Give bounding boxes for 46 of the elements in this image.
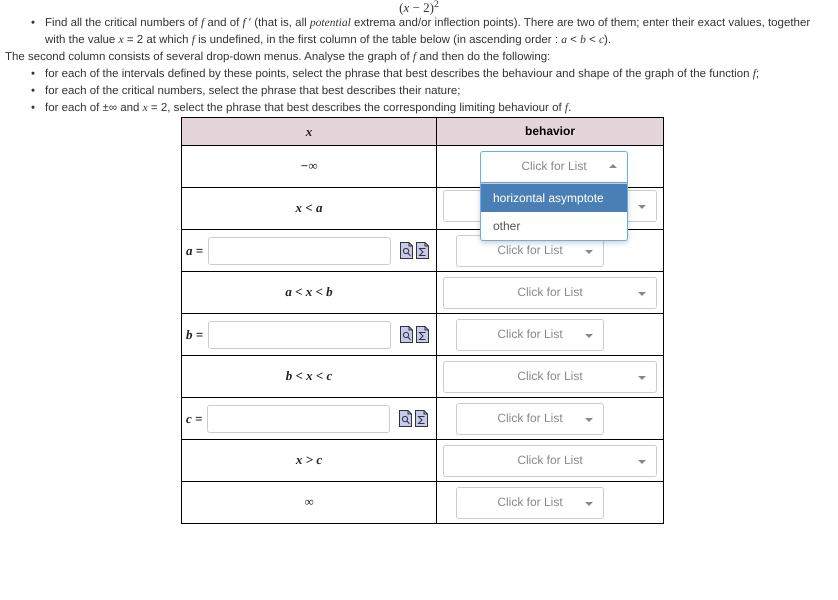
- dropdown[interactable]: Click for List: [456, 486, 604, 518]
- caret-icon: [638, 292, 646, 296]
- bullet: •: [31, 16, 36, 31]
- sigma-document-icon[interactable]: [416, 242, 430, 259]
- column-header: behavior: [524, 124, 575, 138]
- dropdown[interactable]: Click for List: [456, 318, 604, 350]
- task-text: for each of ±∞ and x = 2, select the phrase that best describes the corresponding limiting behaviour of f.: [45, 101, 572, 116]
- sigma-document-icon[interactable]: [416, 326, 430, 343]
- caret-icon: [638, 460, 646, 464]
- task-text: for each of the critical numbers, select the phrase that best describes their nature;: [45, 84, 460, 99]
- column-header: x: [306, 124, 312, 138]
- caret-icon: [638, 204, 646, 208]
- dropdown[interactable]: Click for List: [443, 276, 657, 308]
- search-document-icon[interactable]: [400, 326, 414, 343]
- dropdown[interactable]: Click for List: [443, 444, 657, 476]
- dropdown[interactable]: Click for List: [456, 402, 604, 434]
- caret-icon: [585, 334, 593, 338]
- sigma-document-icon[interactable]: [415, 410, 428, 427]
- search-document-icon[interactable]: [399, 410, 412, 427]
- caret-icon: [638, 376, 646, 380]
- field-label: a =: [186, 242, 204, 259]
- bullet: •: [31, 101, 36, 116]
- caret-icon: [609, 164, 617, 168]
- row-label: b < x < c: [286, 368, 332, 383]
- dropdown[interactable]: Click for List: [443, 360, 657, 392]
- paragraph: The second column consists of several drop-down menus. Analyse the graph of f and then do the following:: [5, 50, 552, 65]
- field-label: c =: [186, 410, 202, 427]
- task-text: for each of the intervals defined by these points, select the phrase that best describes the behaviour and shape of the graph of the function f;: [45, 67, 760, 82]
- formula-text: (x − 2)$^{2}$: [398, 0, 440, 15]
- search-document-icon[interactable]: [400, 242, 414, 259]
- dropdown-option[interactable]: horizontal asymptote: [481, 184, 627, 212]
- row-label: −∞: [300, 158, 318, 173]
- row-label: a < x < b: [285, 284, 333, 299]
- input-field[interactable]: [207, 404, 390, 432]
- caret-icon: [585, 250, 593, 254]
- input-field[interactable]: [208, 320, 392, 348]
- caret-icon: [585, 502, 593, 506]
- row-label: x > c: [296, 452, 322, 467]
- caret-icon: [585, 418, 593, 422]
- instruction-text: Find all the critical numbers of f and of f ′ (that is, all potential extrema and/or inflection points). There are two of them; enter their exact values, together with the value x = 2 at which f is undefined, in the first column of the table below (in ascending order : a < b < c).: [45, 16, 812, 48]
- input-field[interactable]: [208, 236, 392, 264]
- bullet: •: [31, 84, 36, 99]
- field-label: b =: [186, 326, 204, 343]
- row-label: ∞: [304, 494, 314, 509]
- row-label: x < a: [296, 200, 322, 215]
- bullet: •: [31, 67, 36, 82]
